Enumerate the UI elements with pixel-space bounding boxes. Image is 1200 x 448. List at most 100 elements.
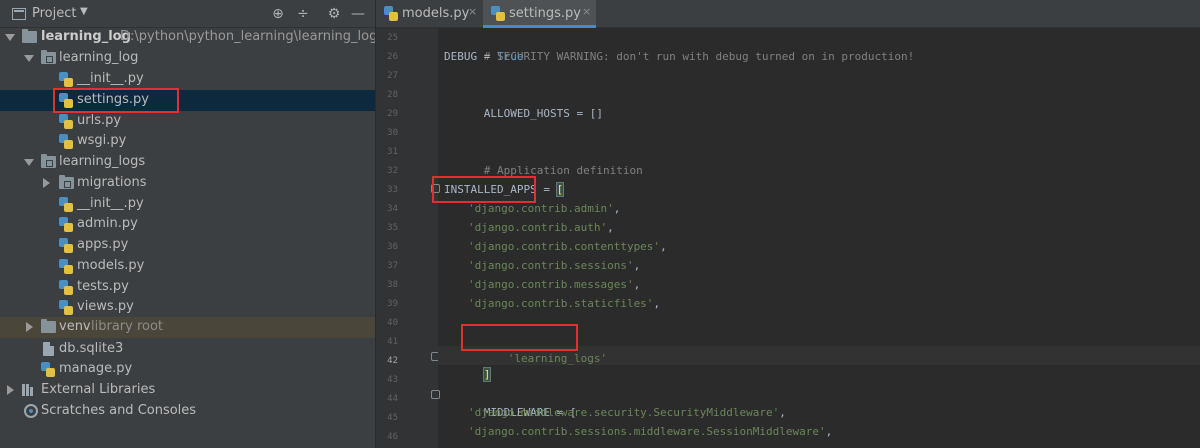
- project-view-selector[interactable]: Project: [32, 6, 76, 21]
- tree-item-file[interactable]: __init__.py: [0, 69, 375, 90]
- close-icon[interactable]: ×: [582, 5, 591, 18]
- database-file-icon: [43, 342, 54, 356]
- tree-item-scratches[interactable]: Scratches and Consoles: [0, 401, 375, 422]
- tree-item-file[interactable]: views.py: [0, 297, 375, 318]
- tree-item-root[interactable]: learning_log D:\python\python_learning\l…: [0, 27, 378, 48]
- tree-label: venv: [59, 319, 91, 334]
- tree-item-file[interactable]: urls.py: [0, 111, 375, 132]
- package-folder-icon: [41, 50, 56, 64]
- collapsed-arrow-icon[interactable]: [7, 385, 14, 395]
- code-text: ALLOWED_HOSTS = []: [483, 107, 603, 120]
- line-number: 32: [387, 166, 398, 176]
- collapsed-arrow-icon[interactable]: [26, 322, 33, 332]
- python-file-icon: [59, 134, 73, 149]
- line-number-current: 42: [387, 356, 398, 366]
- line-number: 25: [387, 33, 398, 43]
- collapse-all-icon[interactable]: ÷: [293, 4, 313, 24]
- project-panel: Project ▼ ⊕ ÷ ⚙ — learning_log D:\python…: [0, 0, 378, 448]
- tree-item-file[interactable]: tests.py: [0, 277, 375, 298]
- tree-label: tests.py: [77, 279, 129, 294]
- collapsed-arrow-icon[interactable]: [43, 178, 50, 188]
- gear-icon[interactable]: ⚙: [324, 4, 344, 24]
- code-comma: ,: [779, 406, 786, 419]
- tree-item-venv[interactable]: venv library root: [0, 317, 375, 338]
- code-area[interactable]: # SECURITY WARNING: don't run with debug…: [432, 28, 1200, 448]
- scratches-icon: [24, 404, 38, 418]
- tree-label: views.py: [77, 299, 134, 314]
- python-file-icon: [59, 72, 73, 87]
- code-line-45: 'django.middleware.security.SecurityMidd…: [468, 403, 786, 422]
- tree-item-file[interactable]: apps.py: [0, 235, 375, 256]
- tree-label: learning_log: [41, 29, 131, 44]
- tree-label: apps.py: [77, 237, 129, 252]
- highlight-box: [53, 88, 179, 113]
- code-string: 'django.contrib.messages': [468, 278, 634, 291]
- tab-settings[interactable]: settings.py ×: [483, 0, 596, 28]
- tree-item-file[interactable]: admin.py: [0, 214, 375, 235]
- tree-label: manage.py: [59, 361, 133, 376]
- line-number: 39: [387, 299, 398, 309]
- chevron-down-icon[interactable]: ▼: [80, 6, 88, 17]
- code-line-44: MIDDLEWARE = [: [444, 384, 577, 419]
- tree-item-external-libraries[interactable]: External Libraries: [0, 380, 375, 401]
- tree-item-file[interactable]: manage.py: [0, 359, 375, 380]
- package-folder-icon: [41, 154, 56, 168]
- tree-item-file[interactable]: __init__.py: [0, 194, 375, 215]
- tree-item-file[interactable]: models.py: [0, 256, 375, 277]
- library-icon: [22, 384, 35, 396]
- editor: models.py × settings.py × 25 26 27 28 29…: [376, 0, 1200, 448]
- line-number: 35: [387, 223, 398, 233]
- line-number: 38: [387, 280, 398, 290]
- project-header: Project ▼ ⊕ ÷ ⚙ —: [0, 0, 375, 28]
- tree-item-learning_log-package[interactable]: learning_log: [0, 48, 375, 69]
- code-bracket: ]: [482, 367, 492, 382]
- code-comma: ,: [607, 221, 614, 234]
- python-file-icon: [59, 238, 73, 253]
- line-number: 41: [387, 337, 398, 347]
- project-icon: [12, 8, 26, 20]
- line-number: 29: [387, 109, 398, 119]
- tab-models[interactable]: models.py ×: [376, 0, 482, 28]
- tree-sublabel: library root: [91, 319, 164, 334]
- code-line-36: 'django.contrib.contenttypes',: [468, 237, 667, 256]
- line-number: 45: [387, 413, 398, 423]
- expand-arrow-icon[interactable]: [24, 55, 34, 62]
- tree-item-file[interactable]: wsgi.py: [0, 131, 375, 152]
- code-string: 'django.middleware.security.SecurityMidd…: [468, 406, 780, 419]
- code-line-25: # SECURITY WARNING: don't run with debug…: [444, 28, 914, 63]
- code-string: 'django.contrib.auth': [468, 221, 608, 234]
- line-number: 33: [387, 185, 398, 195]
- code-comma: ,: [825, 425, 833, 438]
- code-line-28: ALLOWED_HOSTS = []: [444, 85, 603, 120]
- python-file-icon: [41, 362, 55, 377]
- line-number: 31: [387, 147, 398, 157]
- code-string: 'django.contrib.sessions.middleware.Sess…: [468, 425, 826, 438]
- tree-item-migrations[interactable]: migrations: [0, 173, 375, 194]
- code-line-39: 'django.contrib.staticfiles',: [468, 294, 660, 313]
- tree-item-learning_logs-package[interactable]: learning_logs: [0, 152, 375, 173]
- hide-icon[interactable]: —: [348, 4, 368, 24]
- tree-path: D:\python\python_learning\learning_log: [120, 29, 378, 44]
- line-number: 36: [387, 242, 398, 252]
- expand-arrow-icon[interactable]: [5, 34, 15, 41]
- locate-icon[interactable]: ⊕: [268, 4, 288, 24]
- tree-label: urls.py: [77, 113, 122, 128]
- tree-label: migrations: [77, 175, 147, 190]
- tree-label: models.py: [77, 258, 145, 273]
- line-number: 27: [387, 71, 398, 81]
- folder-icon: [41, 319, 56, 333]
- close-icon[interactable]: ×: [468, 5, 477, 18]
- python-file-icon: [59, 280, 73, 295]
- python-file-icon: [491, 6, 505, 21]
- python-file-icon: [59, 114, 73, 129]
- line-number: 46: [387, 432, 398, 442]
- tree-label: External Libraries: [41, 382, 156, 397]
- code-comma: ,: [653, 297, 661, 310]
- expand-arrow-icon[interactable]: [24, 159, 34, 166]
- tree-item-file[interactable]: db.sqlite3: [0, 339, 375, 360]
- editor-tab-bar: models.py × settings.py ×: [376, 0, 1200, 28]
- code-line-35: 'django.contrib.auth',: [468, 218, 614, 237]
- line-number-gutter[interactable]: 25 26 27 28 29 30 31 32 33 34 35 36 37 3…: [376, 28, 440, 448]
- code-line-31: # Application definition: [444, 142, 643, 177]
- code-line-46: 'django.contrib.sessions.middleware.Sess…: [468, 422, 832, 441]
